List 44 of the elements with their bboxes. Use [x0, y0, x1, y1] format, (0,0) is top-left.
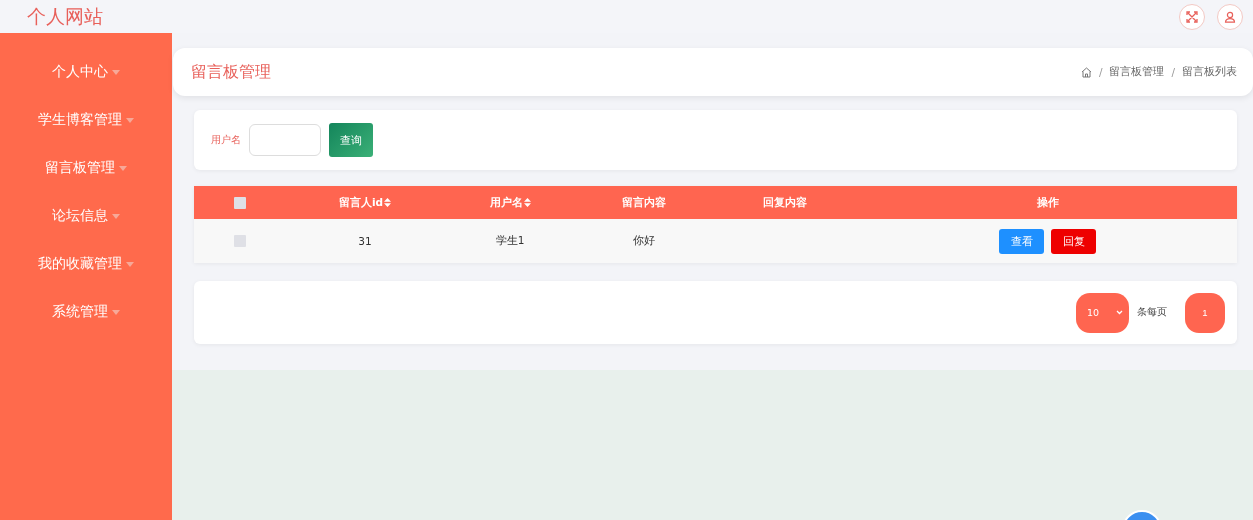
view-button[interactable]: 查看: [999, 228, 1044, 254]
breadcrumb-separator: /: [1098, 66, 1103, 78]
menu-item[interactable]: 留言板管理: [0, 144, 172, 192]
caret-icon: [126, 117, 134, 123]
user-button[interactable]: [1217, 3, 1243, 30]
caret-icon: [126, 261, 134, 267]
caret-icon: [112, 213, 120, 219]
chevron-down-icon: [1116, 310, 1123, 315]
table-cell: 你好: [633, 234, 655, 248]
reply-button[interactable]: 回复: [1051, 228, 1096, 254]
table-cell: 学生1: [495, 234, 525, 248]
expand-icon: [1186, 10, 1198, 23]
checkbox[interactable]: [234, 235, 246, 247]
search-label: 用户名: [211, 133, 241, 147]
caret-icon: [112, 309, 120, 315]
home-icon[interactable]: [1080, 66, 1092, 78]
menu-item[interactable]: 论坛信息: [0, 192, 172, 240]
username-field[interactable]: [249, 124, 321, 156]
menu-item[interactable]: 我的收藏管理: [0, 240, 172, 288]
user-icon: [1224, 10, 1236, 23]
column-header: 操作: [1036, 195, 1059, 210]
page-size-label: 条每页: [1137, 306, 1167, 319]
caret-icon: [112, 69, 120, 75]
menu-item[interactable]: 个人中心: [0, 48, 172, 96]
column-header: 留言内容: [622, 195, 666, 210]
column-header: 留言人id: [338, 195, 392, 210]
column-header: 回复内容: [763, 195, 807, 210]
breadcrumb-link[interactable]: 留言板列表: [1182, 65, 1237, 79]
sort-icon[interactable]: [384, 198, 392, 207]
fullscreen-button[interactable]: [1179, 3, 1205, 30]
breadcrumb-separator: /: [1171, 66, 1175, 78]
page-size-select[interactable]: 10: [1076, 292, 1129, 333]
search-button[interactable]: 查询: [329, 123, 373, 157]
breadcrumb-link[interactable]: 留言板管理: [1109, 65, 1165, 79]
caret-icon: [119, 165, 127, 171]
table-cell: 31: [358, 235, 372, 247]
menu-item[interactable]: 系统管理: [0, 288, 172, 336]
page-button[interactable]: 1: [1185, 292, 1225, 333]
menu-item[interactable]: 学生博客管理: [0, 96, 172, 144]
checkbox[interactable]: [234, 196, 246, 209]
sort-icon[interactable]: [523, 198, 531, 207]
page-title: 留言板管理: [191, 61, 272, 83]
site-title: 个人网站: [27, 3, 104, 29]
column-header: 用户名: [489, 195, 531, 210]
